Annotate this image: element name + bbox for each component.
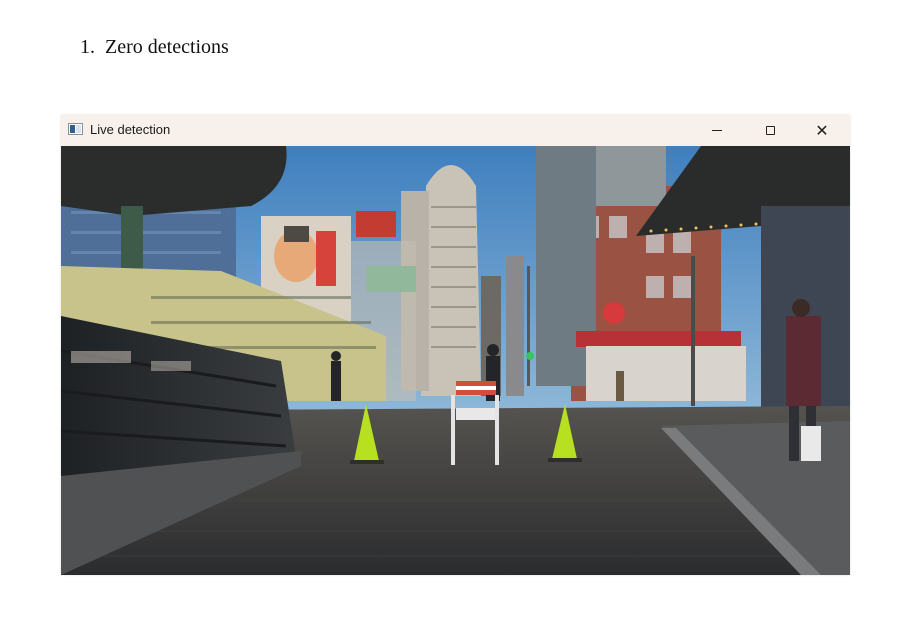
minimize-icon [712, 130, 722, 131]
red-awning [576, 331, 741, 347]
heading-text: Zero detections [105, 36, 229, 58]
live-detection-window: Live detection ✕ [61, 115, 850, 575]
video-frame [61, 146, 850, 575]
maximize-button[interactable] [747, 115, 793, 146]
street-scene-image [61, 146, 850, 575]
tower-right-far [506, 256, 524, 396]
maximize-icon [765, 126, 775, 135]
minimize-button[interactable] [694, 115, 740, 146]
list-item-number: 1. [80, 36, 95, 58]
close-icon: ✕ [815, 120, 829, 140]
window-title: Live detection [90, 122, 171, 137]
lamp-pole [691, 256, 695, 406]
window-titlebar[interactable]: Live detection ✕ [61, 115, 850, 146]
center-skyscraper [421, 165, 481, 396]
close-button[interactable]: ✕ [799, 115, 845, 146]
red-sign [356, 211, 396, 237]
document-heading: 1. Zero detections [80, 36, 229, 59]
round-red-sign [603, 302, 625, 324]
app-window-icon [68, 123, 83, 135]
